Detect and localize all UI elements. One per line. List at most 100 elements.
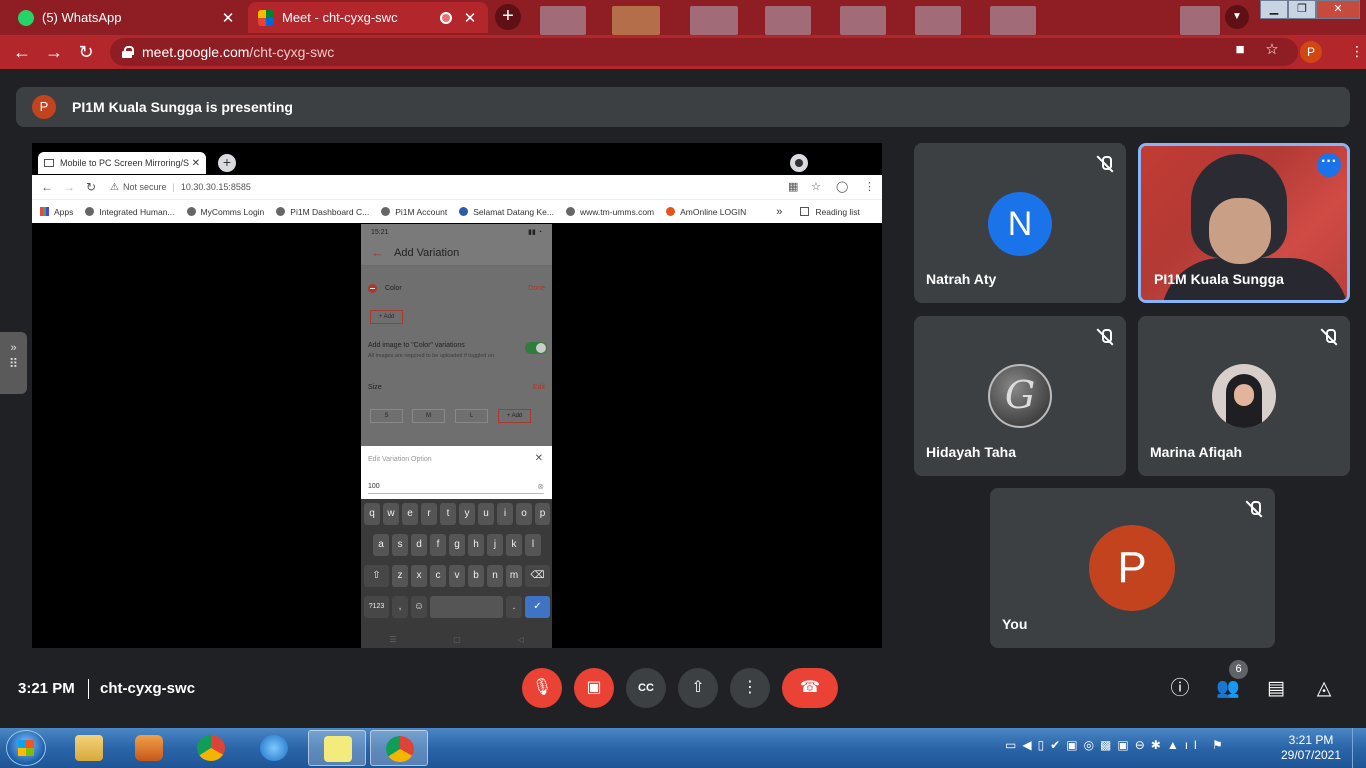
color-row: Color Done (361, 282, 552, 294)
globe-icon (186, 207, 196, 216)
more-options-icon[interactable]: ··· (1317, 153, 1341, 177)
globe-icon (276, 207, 286, 216)
bookmark-item: Pi1M Dashboard C... (276, 207, 369, 217)
participant-name: PI1M Kuala Sungga (1154, 271, 1284, 287)
key: p (535, 503, 550, 525)
image-toggle-row: Add image to "Color" variations (368, 341, 465, 349)
leave-call-button[interactable]: ☎ (782, 668, 838, 708)
windows-taskbar: ▭◀▯✔▣◎▩▣⊖✱▲ıl ⚑ 3:21 PM 29/07/2021 (0, 728, 1366, 768)
reload-icon[interactable]: ↻ (74, 40, 98, 64)
recents-icon: ☰ (389, 635, 397, 644)
bookmark-apps: Apps (40, 207, 73, 217)
taskbar-explorer[interactable] (60, 730, 118, 766)
close-tab-icon[interactable]: ✕ (220, 9, 236, 27)
background-window-thumbnail (990, 6, 1036, 35)
taskbar-clock[interactable]: 3:21 PM 29/07/2021 (1274, 733, 1348, 763)
taskbar-chrome[interactable] (182, 730, 240, 766)
new-tab-button[interactable]: + (495, 4, 521, 30)
camera-toggle-button[interactable]: ▣ (574, 668, 614, 708)
option-value: 100 (368, 483, 380, 490)
cast-icon (44, 159, 54, 167)
chat-icon[interactable]: ▤ (1263, 676, 1289, 702)
participant-tile[interactable]: Marina Afiqah (1138, 316, 1350, 476)
maximize-button[interactable]: ❐ (1288, 0, 1316, 19)
menu-icon: ⋮ (864, 181, 875, 193)
minimize-button[interactable]: ▁ (1260, 0, 1288, 19)
key: h (468, 534, 484, 556)
people-icon[interactable]: 👥 (1215, 676, 1241, 702)
close-tab-icon[interactable]: ✕ (462, 9, 478, 27)
bookmark-item: www.tm-umms.com (565, 207, 654, 217)
more-options-button[interactable]: ⋮ (730, 668, 770, 708)
internet-explorer-icon (260, 735, 288, 761)
participant-tile[interactable]: N Natrah Aty (914, 143, 1126, 303)
forward-icon[interactable]: → (42, 40, 66, 64)
participant-tile[interactable]: G Hidayah Taha (914, 316, 1126, 476)
camera-icon[interactable]: ■ (1230, 40, 1250, 60)
side-panel-handle[interactable]: » ⠿ (0, 332, 27, 394)
clock-date: 29/07/2021 (1280, 748, 1342, 762)
back-icon: ← (41, 180, 53, 194)
mic-toggle-button[interactable]: 🎙 (522, 668, 562, 708)
taskbar-media-player[interactable] (120, 730, 178, 766)
tab-meet[interactable]: Meet - cht-cyxg-swc ✕ (248, 2, 488, 33)
bookmarks-bar: Apps Integrated Human... MyComms Login P… (32, 199, 882, 223)
bookmark-item: Integrated Human... (85, 207, 175, 217)
bookmark-star-icon[interactable]: ☆ (1262, 40, 1282, 60)
key: z (392, 565, 408, 587)
browser-menu-icon[interactable]: ⋮ (1350, 43, 1364, 60)
activities-icon[interactable]: ◬ (1311, 676, 1337, 702)
participant-tile-video[interactable]: ··· PI1M Kuala Sungga (1138, 143, 1350, 303)
space-key (430, 596, 503, 618)
taskbar-chrome-profile[interactable] (370, 730, 428, 766)
input-underline (368, 493, 544, 494)
clock-time: 3:21 PM (1288, 733, 1334, 747)
participant-photo-avatar (1212, 364, 1276, 428)
qr-icon: ▦ (788, 181, 799, 193)
bookmark-item: Pi1M Account (381, 207, 447, 217)
plus-icon: + (218, 154, 236, 172)
key: y (459, 503, 475, 525)
remove-icon (368, 283, 377, 293)
warning-icon: ⚠ (110, 181, 119, 193)
taskbar-sticky-notes[interactable] (308, 730, 366, 766)
start-button[interactable] (6, 730, 46, 766)
video-person-face (1209, 198, 1271, 264)
profile-icon (790, 154, 808, 172)
address-bar[interactable]: meet.google.com/cht-cyxg-swc (110, 38, 1298, 66)
comma-key: , (392, 596, 408, 618)
tab-search-icon[interactable]: ▼ (1225, 5, 1249, 29)
meeting-code: cht-cyxg-swc (100, 680, 196, 697)
captions-button[interactable]: CC (626, 668, 666, 708)
taskbar-ie[interactable] (245, 730, 303, 766)
meeting-details-icon[interactable]: ⓘ (1167, 676, 1193, 702)
size-option: L (455, 409, 488, 423)
separator: | (172, 182, 175, 192)
image-toggle-hint: All images are required to be uploaded i… (368, 352, 494, 359)
phone-status-bar: 15:21 ▮▮ ◔ (361, 224, 552, 240)
reload-icon: ↻ (85, 180, 97, 194)
phone-time: 15:21 (371, 228, 389, 236)
reading-list-icon (800, 207, 810, 216)
tab-whatsapp[interactable]: (5) WhatsApp ✕ (8, 2, 246, 33)
close-window-button[interactable]: ✕ (1316, 0, 1360, 19)
key: a (373, 534, 389, 556)
system-tray-icons[interactable]: ▭◀▯✔▣◎▩▣⊖✱▲ıl ⚑ (1005, 738, 1229, 752)
key: g (449, 534, 465, 556)
key: r (421, 503, 437, 525)
profile-avatar[interactable]: P (1300, 41, 1322, 63)
key: o (516, 503, 532, 525)
forward-icon: → (63, 180, 75, 194)
meeting-controls-bar: 3:21 PM cht-cyxg-swc 🎙 ▣ CC ⇧ ⋮ ☎ ⓘ 👥 ▤ … (0, 650, 1366, 728)
present-now-button[interactable]: ⇧ (678, 668, 718, 708)
back-icon[interactable]: ← (10, 40, 34, 64)
phone-header: ← Add Variation (361, 240, 552, 266)
show-desktop-button[interactable] (1352, 728, 1366, 768)
self-tile[interactable]: P You (990, 488, 1275, 648)
enter-check-icon: ✓ (525, 596, 550, 618)
presenter-avatar: P (32, 95, 56, 119)
self-avatar: P (1089, 525, 1175, 611)
security-label: Not secure (122, 182, 167, 192)
phone-title: Add Variation (394, 246, 460, 259)
background-window-thumbnail (915, 6, 961, 35)
